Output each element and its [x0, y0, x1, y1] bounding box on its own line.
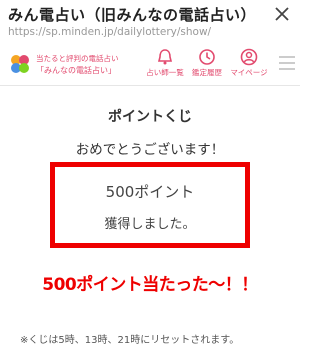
page-title: ポイントくじ: [108, 109, 192, 125]
nav-mypage[interactable]: マイページ: [226, 48, 272, 82]
tagline-line1: 当たると評判の電話占い: [36, 54, 119, 63]
nav-label: 鑑定履歴: [192, 68, 222, 77]
hamburger-menu-icon[interactable]: [278, 55, 296, 71]
close-icon[interactable]: [274, 6, 290, 22]
browser-url[interactable]: https://sp.minden.jp/dailylottery/show/: [8, 26, 211, 38]
clock-icon: [199, 49, 215, 65]
result-highlight-box: 500ポイント 獲得しました。: [50, 162, 250, 248]
acquired-message: 獲得しました。: [104, 217, 196, 232]
browser-bar: みん電占い（旧みんなの電話占い） https://sp.minden.jp/da…: [0, 0, 300, 44]
bell-icon: [157, 49, 173, 65]
browser-title: みん電占い（旧みんなの電話占い）: [8, 6, 257, 24]
site-logo[interactable]: [8, 52, 32, 76]
congratulations-message: おめでとうございます！: [75, 142, 225, 158]
tagline-line2: 「みんなの電話占い」: [36, 66, 116, 75]
nav-label: マイページ: [230, 68, 268, 77]
site-header: 当たると評判の電話占い 「みんなの電話占い」 占い師一覧 鑑定履歴 マイページ: [0, 44, 300, 86]
nav-fortune-tellers[interactable]: 占い師一覧: [142, 48, 188, 82]
annotation-caption: 500ポイント当たった〜！！: [42, 275, 258, 295]
nav-history[interactable]: 鑑定履歴: [184, 48, 230, 82]
nav-label: 占い師一覧: [146, 68, 184, 77]
points-won: 500ポイント: [105, 183, 195, 201]
reset-footnote: ※くじは5時、13時、21時にリセットされます。: [20, 335, 240, 346]
user-icon: [240, 48, 258, 66]
